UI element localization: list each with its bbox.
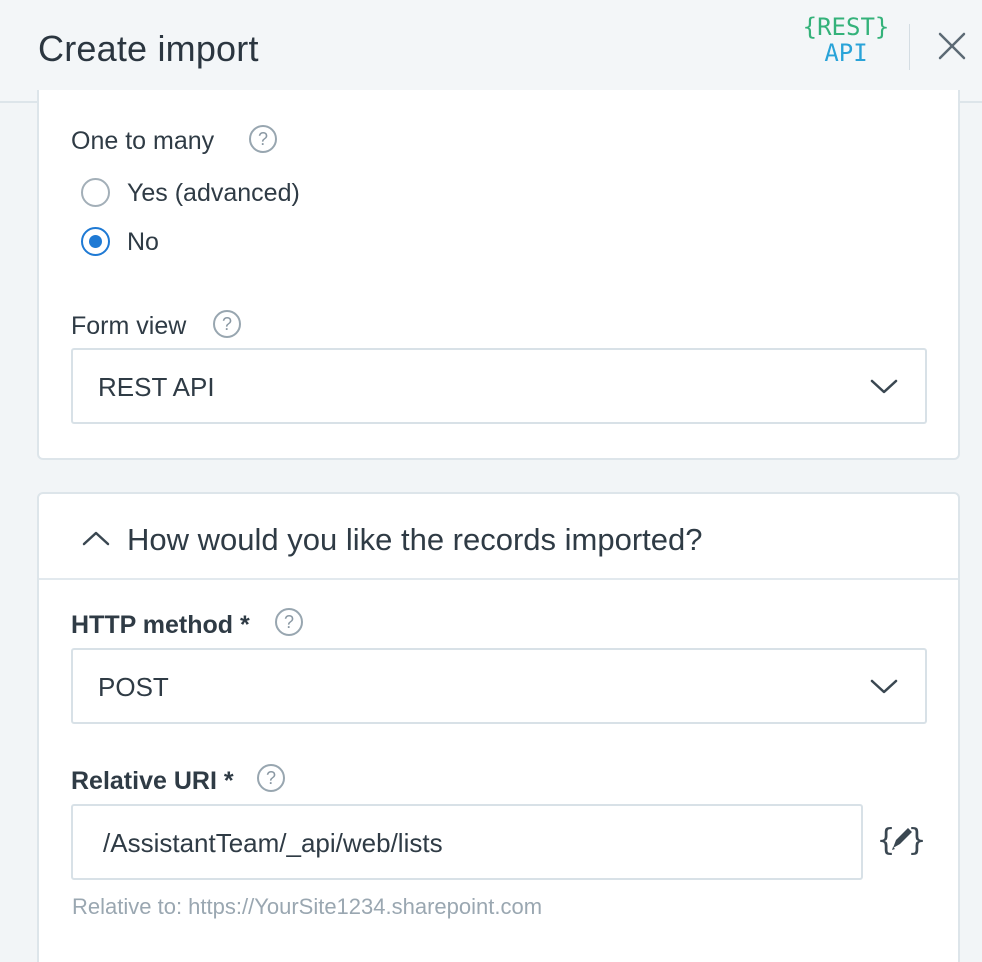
section-title: How would you like the records imported? [127,522,703,557]
page-title: Create import [38,28,259,69]
http-method-select[interactable]: POST [71,648,927,724]
svg-text:{: { [877,823,895,858]
handlebars-editor-button[interactable]: { } [877,820,927,860]
form-view-select[interactable]: REST API [71,348,927,424]
relative-uri-label: Relative URI * [71,767,234,795]
radio-no-label[interactable]: No [127,228,159,257]
close-button[interactable] [934,28,970,64]
drawer-header: Create import {REST} API [0,0,982,103]
radio-yes-advanced-label[interactable]: Yes (advanced) [127,179,300,208]
form-view-value: REST API [98,372,215,402]
section-header[interactable]: How would you like the records imported? [39,494,958,580]
help-icon[interactable]: ? [249,125,277,153]
general-settings-card: One to many ? Yes (advanced) No Form vie… [37,90,960,460]
chevron-down-icon [870,679,898,694]
chevron-down-icon [870,379,898,394]
help-icon[interactable]: ? [213,310,241,338]
logo-line-2: API [824,39,868,67]
form-view-label: Form view [71,312,187,340]
svg-text:}: } [908,823,926,858]
rest-api-logo: {REST} API [796,14,896,70]
http-method-label: HTTP method * [71,611,250,639]
help-icon[interactable]: ? [275,608,303,636]
http-method-value: POST [98,672,169,702]
handlebars-edit-icon: { } [877,823,926,858]
relative-uri-hint: Relative to: https://YourSite1234.sharep… [72,894,543,919]
chevron-up-icon [82,531,110,546]
relative-uri-value[interactable]: /AssistantTeam/_api/web/lists [103,828,443,859]
help-icon[interactable]: ? [257,764,285,792]
header-divider [909,24,910,70]
radio-yes-advanced[interactable] [81,178,110,207]
logo-line-1: {REST} [802,13,890,41]
radio-no[interactable] [81,227,110,256]
close-icon [938,32,966,60]
one-to-many-label: One to many [71,127,215,155]
records-import-card: How would you like the records imported?… [37,492,960,962]
relative-uri-input[interactable]: /AssistantTeam/_api/web/lists [71,804,863,880]
